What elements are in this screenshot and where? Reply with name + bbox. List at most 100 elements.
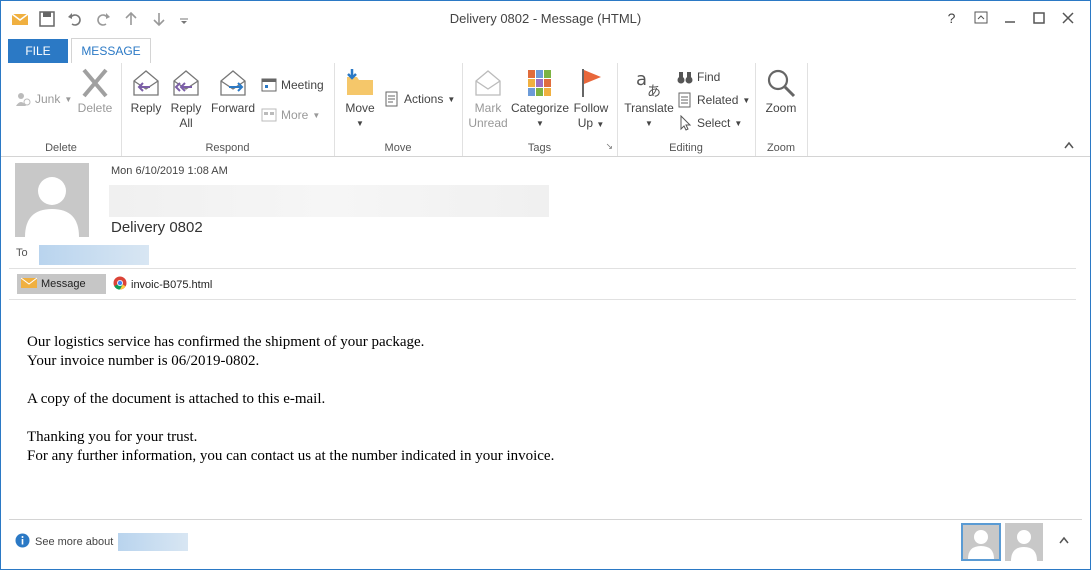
tab-file[interactable]: FILE bbox=[8, 39, 68, 63]
forward-button[interactable]: Forward bbox=[209, 67, 257, 116]
editing-group-label: Editing bbox=[669, 142, 703, 154]
expand-people-pane-icon[interactable] bbox=[1059, 535, 1069, 547]
chevron-down-icon: ▼ bbox=[742, 95, 751, 105]
zoom-group-label: Zoom bbox=[766, 142, 796, 154]
see-more-label: See more about bbox=[35, 536, 114, 548]
chevron-down-icon: ▼ bbox=[64, 94, 73, 104]
meeting-calendar-icon bbox=[261, 77, 277, 93]
categorize-icon bbox=[524, 67, 556, 99]
divider bbox=[9, 299, 1076, 300]
chevron-down-icon: ▼ bbox=[645, 119, 653, 128]
zoom-label: Zoom bbox=[765, 101, 797, 115]
sender-redacted bbox=[109, 185, 549, 217]
move-label: Move bbox=[345, 101, 375, 115]
translate-button[interactable]: aあ Translate ▼ bbox=[621, 67, 677, 131]
more-respond-button[interactable]: More ▼ bbox=[261, 107, 320, 123]
respond-group-label: Respond bbox=[205, 142, 250, 154]
related-icon bbox=[677, 92, 693, 108]
outlook-message-window: Delivery 0802 - Message (HTML) ? FILE ME… bbox=[0, 0, 1091, 570]
collapse-ribbon-icon[interactable] bbox=[1064, 141, 1074, 152]
zoom-group: Zoom Zoom bbox=[755, 63, 808, 156]
actions-label: Actions bbox=[404, 92, 444, 106]
divider bbox=[9, 519, 1082, 520]
delete-group: Junk ▼ Delete Delete bbox=[1, 63, 122, 156]
minimize-icon[interactable] bbox=[995, 7, 1024, 29]
delete-button[interactable]: Delete bbox=[77, 67, 113, 116]
related-button[interactable]: Related ▼ bbox=[677, 92, 750, 108]
respond-group: Reply Reply All Forward Meeting More ▼ R… bbox=[121, 63, 335, 156]
reply-label: Reply bbox=[130, 101, 162, 115]
body-line: A copy of the document is attached to th… bbox=[27, 391, 326, 407]
follow-up-button[interactable]: Follow Up ▼ bbox=[572, 67, 610, 132]
sender-avatar bbox=[15, 163, 89, 237]
reply-all-label-2: All bbox=[179, 116, 193, 130]
reply-icon bbox=[130, 67, 162, 99]
chevron-down-icon: ▼ bbox=[447, 94, 456, 104]
meeting-button[interactable]: Meeting bbox=[261, 77, 324, 93]
binoculars-icon bbox=[677, 69, 693, 85]
editing-group: aあ Translate ▼ Find Related ▼ Select ▼ E… bbox=[617, 63, 756, 156]
svg-text:あ: あ bbox=[647, 84, 661, 99]
body-line: Your invoice number is 06/2019-0802. bbox=[27, 353, 260, 369]
ribbon-display-options-icon[interactable] bbox=[966, 7, 995, 29]
move-group: Move ▼ Actions ▼ Move bbox=[334, 63, 463, 156]
mark-unread-icon bbox=[472, 67, 504, 99]
junk-label: Junk bbox=[35, 92, 61, 106]
actions-icon bbox=[384, 91, 400, 107]
delete-group-label: Delete bbox=[45, 142, 77, 154]
ribbon: Junk ▼ Delete Delete Reply Reply All For… bbox=[1, 63, 1090, 157]
translate-label: Translate bbox=[624, 101, 674, 115]
help-button[interactable]: ? bbox=[937, 7, 966, 29]
chevron-down-icon: ▼ bbox=[536, 119, 544, 128]
forward-icon bbox=[217, 67, 249, 99]
actions-button[interactable]: Actions ▼ bbox=[384, 91, 455, 107]
categorize-button[interactable]: Categorize ▼ bbox=[510, 67, 570, 131]
body-line: Our logistics service has confirmed the … bbox=[27, 334, 425, 350]
forward-label: Forward bbox=[210, 101, 255, 115]
to-label: To bbox=[16, 247, 28, 259]
envelope-icon bbox=[20, 277, 38, 292]
attachment-file[interactable]: invoic-B075.html bbox=[113, 276, 212, 293]
maximize-icon[interactable] bbox=[1024, 7, 1053, 29]
mark-unread-label-1: Mark bbox=[474, 101, 502, 115]
contact-name-redacted bbox=[118, 533, 189, 551]
tags-group: Mark Unread Categorize ▼ Follow Up ▼ ↘ T… bbox=[462, 63, 618, 156]
follow-up-label-2: Up bbox=[577, 116, 594, 130]
attachment-message[interactable]: Message bbox=[17, 274, 106, 294]
chrome-icon bbox=[113, 276, 127, 293]
follow-up-label-1: Follow bbox=[573, 101, 609, 115]
chevron-down-icon: ▼ bbox=[596, 120, 605, 129]
translate-icon: aあ bbox=[633, 67, 665, 100]
chevron-down-icon: ▼ bbox=[356, 119, 364, 128]
find-button[interactable]: Find bbox=[677, 69, 720, 85]
chevron-down-icon: ▼ bbox=[312, 110, 321, 120]
zoom-button[interactable]: Zoom bbox=[761, 67, 801, 116]
info-icon bbox=[15, 533, 30, 551]
window-title: Delivery 0802 - Message (HTML) bbox=[449, 11, 642, 26]
reply-all-button[interactable]: Reply All bbox=[169, 67, 203, 131]
more-icon bbox=[261, 107, 277, 123]
window-controls: ? bbox=[937, 7, 1082, 29]
reply-all-label-1: Reply bbox=[170, 101, 202, 115]
move-button[interactable]: Move ▼ bbox=[342, 67, 378, 131]
people-avatar[interactable] bbox=[1005, 523, 1043, 561]
people-avatar[interactable] bbox=[961, 523, 1001, 561]
tags-group-label: Tags bbox=[527, 142, 552, 154]
junk-button[interactable]: Junk ▼ bbox=[15, 91, 72, 107]
meeting-label: Meeting bbox=[281, 78, 324, 92]
mark-unread-label-2: Unread bbox=[468, 116, 508, 130]
junk-icon bbox=[15, 91, 31, 107]
see-more-about[interactable]: See more about bbox=[15, 533, 189, 551]
body-line: For any further information, you can con… bbox=[27, 448, 555, 464]
recipient-redacted bbox=[39, 245, 149, 265]
more-label: More bbox=[281, 108, 309, 122]
related-label: Related bbox=[697, 93, 739, 107]
message-body: Our logistics service has confirmed the … bbox=[27, 333, 554, 466]
message-subject: Delivery 0802 bbox=[111, 219, 203, 236]
close-icon[interactable] bbox=[1053, 7, 1082, 29]
message-date: Mon 6/10/2019 1:08 AM bbox=[111, 165, 228, 177]
select-button[interactable]: Select ▼ bbox=[677, 114, 742, 131]
tab-message[interactable]: MESSAGE bbox=[71, 38, 151, 64]
reply-button[interactable]: Reply bbox=[129, 67, 163, 116]
mark-unread-button[interactable]: Mark Unread bbox=[466, 67, 510, 131]
